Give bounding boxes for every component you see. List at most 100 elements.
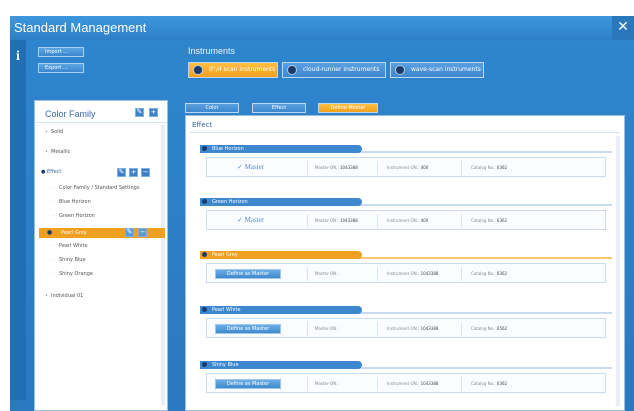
master-id-field: Master-ON.: 1043388 (315, 218, 358, 223)
field-value: 1043388 (420, 271, 439, 276)
instrument-button-cloud-runner[interactable]: cloud-runner instruments (282, 62, 386, 78)
field-value: 1043388 (340, 165, 358, 170)
card-bullet-icon (202, 199, 207, 204)
color-family-panel: Color Family ✎ + • Solid • Metallic ● Effec… (34, 100, 168, 411)
edit-family-icon[interactable]: ✎ (135, 108, 144, 117)
tree-item-shiny-orange[interactable]: · Shiny Orange (53, 271, 93, 277)
tree-item-pearl-white[interactable]: · Pearl White (53, 243, 88, 249)
separator (461, 322, 462, 336)
card-bullet-icon (202, 307, 207, 312)
tree-item-pearl-grey[interactable]: ● Pearl Grey ✎ − (39, 228, 165, 238)
separator (461, 377, 462, 391)
edit-effect-icon[interactable]: ✎ (117, 168, 126, 177)
card-body: ✓ Master Master-ON.: 1043388 Instrument-… (206, 157, 606, 177)
card-body: ✓ Master Master-ON.: 1043388 Instrument-… (206, 210, 606, 230)
separator (307, 377, 308, 391)
tree-item-blue-horizon[interactable]: · Blue Horizon (53, 199, 91, 205)
separator (461, 214, 462, 228)
tree-item-standard-settings[interactable]: · Color Family / Standard Settings (53, 185, 139, 191)
delete-effect-icon[interactable]: − (141, 168, 150, 177)
add-family-icon[interactable]: + (149, 108, 158, 117)
standard-card: Pearl White Define as Master Master-ON.:… (200, 306, 612, 344)
instrument-icon (287, 65, 297, 75)
define-as-master-button[interactable]: Define as Master (215, 324, 281, 334)
card-header: Shiny Blue (200, 361, 362, 369)
separator (377, 267, 378, 281)
field-label: Catalog No.: (471, 326, 496, 331)
app-title: Standard Management (14, 20, 147, 35)
instrument-button-wave-scan[interactable]: wave-scan instruments (390, 62, 484, 78)
field-value: 1043388 (340, 218, 358, 223)
tab-effect[interactable]: Effect (252, 103, 306, 113)
card-title: Green Horizon (212, 199, 248, 205)
tree-item-metallic[interactable]: • Metallic (45, 149, 70, 155)
field-value: 400 (420, 218, 429, 223)
field-label: Instrument-ON.: (387, 218, 420, 223)
field-label: Catalog No.: (471, 165, 496, 170)
card-title: Pearl White (212, 307, 241, 313)
separator (307, 214, 308, 228)
card-body: Define as Master Master-ON.: Instrument-… (206, 373, 606, 393)
separator (307, 267, 308, 281)
master-status: ✓ Master (237, 216, 265, 224)
instrument-button-0-45[interactable]: 0°/4 scan instruments (188, 62, 278, 78)
tree-item-solid[interactable]: • Solid (45, 129, 63, 135)
import-button[interactable]: Import ... (38, 47, 84, 57)
field-label: Instrument-ON.: (387, 381, 420, 386)
instruments-panel: Instruments 0°/4 scan instruments cloud-… (182, 42, 627, 94)
delete-pearl-grey-icon[interactable]: − (138, 228, 147, 237)
master-id-field: Master-ON.: 1043388 (315, 165, 358, 170)
tree-item-individual-01[interactable]: • Individual 01 (45, 293, 83, 299)
field-value: 1043388 (420, 381, 439, 386)
card-header: Green Horizon (200, 198, 362, 206)
define-as-master-button[interactable]: Define as Master (215, 379, 281, 389)
card-title: Shiny Blue (212, 362, 239, 368)
separator (377, 214, 378, 228)
separator (377, 161, 378, 175)
field-label: Master-ON.: (315, 381, 339, 386)
card-bullet-icon (202, 146, 207, 151)
standard-card: Green Horizon ✓ Master Master-ON.: 10433… (200, 198, 612, 236)
field-label: Instrument-ON.: (387, 165, 420, 170)
instrument-label: 0°/4 scan instruments (209, 66, 276, 73)
tree-item-green-horizon[interactable]: · Green Horizon (53, 213, 95, 219)
card-body: Define as Master Master-ON.: Instrument-… (206, 318, 606, 338)
field-value: 6362 (496, 218, 508, 223)
add-effect-icon[interactable]: + (129, 168, 138, 177)
card-title: Pearl Grey (212, 252, 238, 258)
master-id-field: Master-ON.: (315, 326, 339, 331)
content-title: Effect (192, 121, 213, 129)
field-label: Master-ON.: (315, 271, 339, 276)
content-scrollbar[interactable] (616, 136, 620, 406)
instrument-field: Instrument-ON.: 1043388 (387, 271, 438, 276)
tab-define-master[interactable]: Define Master (318, 103, 378, 113)
field-value: 6362 (496, 165, 508, 170)
field-value: 400 (420, 165, 429, 170)
title-bar: Standard Management ✕ (10, 16, 634, 40)
selected-bullet-icon: ● (47, 229, 53, 236)
field-label: Master-ON.: (315, 326, 339, 331)
family-scrollbar[interactable] (161, 125, 165, 405)
info-icon[interactable]: i (12, 46, 24, 68)
define-as-master-button[interactable]: Define as Master (215, 269, 281, 279)
instrument-field: Instrument-ON.: 1043388 (387, 326, 438, 331)
tree-item-shiny-blue[interactable]: · Shiny Blue (53, 257, 86, 263)
tab-color[interactable]: Color (185, 103, 239, 113)
card-bullet-icon (202, 362, 207, 367)
instrument-icon (395, 65, 405, 75)
edit-pearl-grey-icon[interactable]: ✎ (125, 228, 134, 237)
tree-item-effect[interactable]: ● Effect (41, 169, 61, 175)
standard-card: Pearl Grey Define as Master Master-ON.: … (200, 251, 612, 289)
card-header: Blue Horizon (200, 145, 362, 153)
field-label: Catalog No.: (471, 381, 496, 386)
field-label: Instrument-ON.: (387, 271, 420, 276)
export-button[interactable]: Export ... (38, 63, 84, 73)
tree-item-label: Pearl Grey (61, 230, 87, 236)
catalog-field: Catalog No.: 6362 (471, 165, 507, 170)
catalog-field: Catalog No.: 6362 (471, 381, 507, 386)
separator (377, 322, 378, 336)
instruments-title: Instruments (188, 46, 236, 56)
card-header: Pearl White (200, 306, 362, 314)
close-button[interactable]: ✕ (612, 16, 634, 40)
field-label: Catalog No.: (471, 218, 496, 223)
